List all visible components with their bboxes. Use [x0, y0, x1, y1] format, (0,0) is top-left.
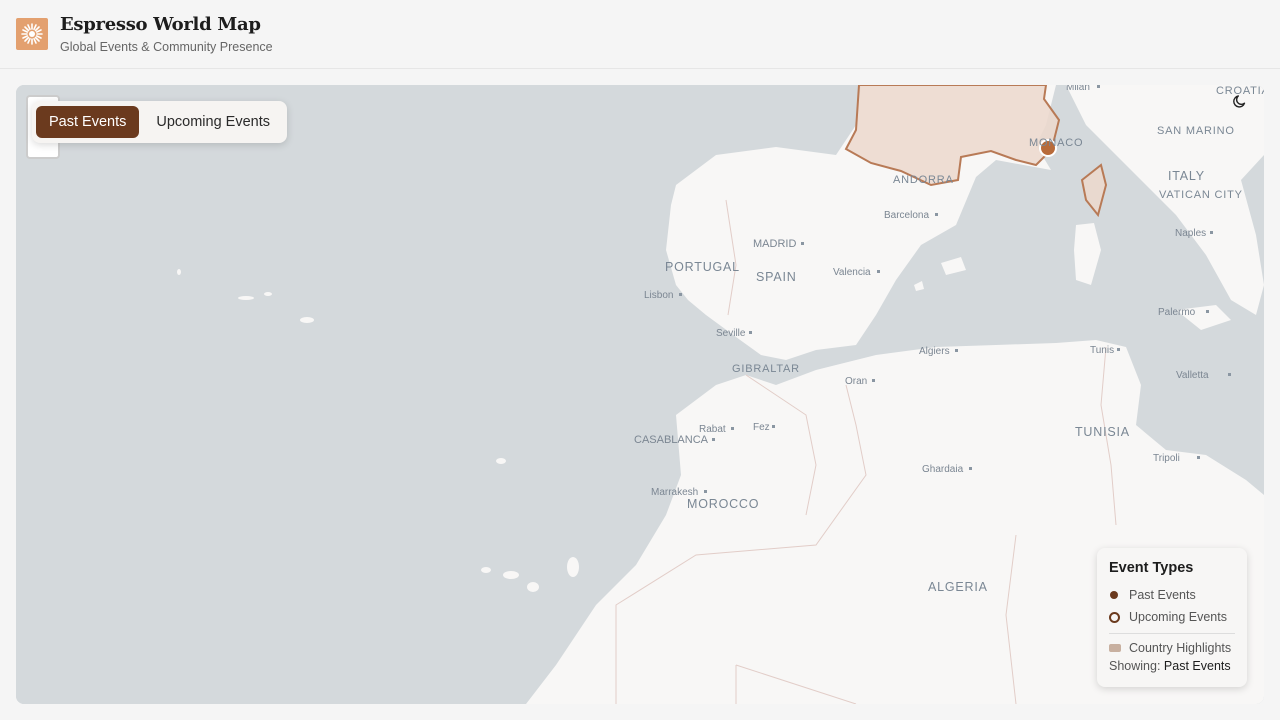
- label-monaco: MONACO: [1029, 137, 1083, 149]
- label-algeria: ALGERIA: [928, 580, 988, 594]
- map-canvas[interactable]: PORTUGAL SPAIN GIBRALTAR MOROCCO ALGERIA…: [16, 85, 1264, 704]
- past-events-button[interactable]: Past Events: [36, 106, 140, 138]
- legend-highlight-label: Country Highlights: [1129, 641, 1232, 655]
- legend-divider: [1109, 633, 1235, 634]
- label-casablanca: CASABLANCA: [634, 434, 709, 446]
- label-valencia: Valencia: [833, 267, 871, 278]
- legend-showing: Showing: Past Events: [1109, 659, 1235, 673]
- label-tunis: Tunis: [1090, 345, 1114, 356]
- label-andorra: ANDORRA: [893, 174, 954, 186]
- label-gibraltar: GIBRALTAR: [732, 363, 800, 375]
- label-tripoli: Tripoli: [1153, 453, 1180, 464]
- label-portugal: PORTUGAL: [665, 260, 740, 274]
- highlight-swatch-icon: [1109, 644, 1121, 652]
- past-event-dot-icon: [1110, 591, 1118, 599]
- label-spain: SPAIN: [756, 270, 797, 284]
- app-header: Espresso World Map Global Events & Commu…: [0, 0, 1280, 69]
- label-barcelona: Barcelona: [884, 210, 929, 221]
- world-map[interactable]: PORTUGAL SPAIN GIBRALTAR MOROCCO ALGERIA…: [16, 85, 1264, 704]
- label-algiers: Algiers: [919, 346, 950, 357]
- app-subtitle: Global Events & Community Presence: [60, 40, 273, 54]
- label-milan: Milan: [1066, 85, 1090, 93]
- label-oran: Oran: [845, 376, 867, 387]
- label-vatican-city: VATICAN CITY: [1159, 189, 1243, 201]
- label-fez: Fez: [753, 422, 770, 433]
- event-toggle: Past Events Upcoming Events: [32, 101, 288, 143]
- legend-upcoming-row: Upcoming Events: [1109, 606, 1235, 628]
- legend-past-label: Past Events: [1129, 588, 1196, 602]
- legend-title: Event Types: [1109, 560, 1194, 576]
- legend-upcoming-label: Upcoming Events: [1129, 610, 1227, 624]
- label-lisbon: Lisbon: [644, 290, 673, 301]
- app-title: Espresso World Map: [60, 14, 261, 35]
- label-naples: Naples: [1175, 228, 1206, 239]
- label-san-marino: SAN MARINO: [1157, 125, 1235, 137]
- label-valletta: Valletta: [1176, 370, 1209, 381]
- upcoming-events-button[interactable]: Upcoming Events: [143, 106, 283, 138]
- label-seville: Seville: [716, 328, 746, 339]
- legend-showing-value: Past Events: [1163, 659, 1231, 673]
- label-italy: ITALY: [1168, 169, 1205, 183]
- label-palermo: Palermo: [1158, 307, 1196, 318]
- legend-showing-label: Showing:: [1109, 659, 1161, 673]
- label-marrakesh: Marrakesh: [651, 487, 698, 498]
- label-tunisia: TUNISIA: [1075, 425, 1130, 439]
- upcoming-event-ring-icon: [1109, 611, 1120, 623]
- label-madrid: MADRID: [753, 238, 796, 250]
- legend-highlight-row: Country Highlights: [1109, 637, 1235, 659]
- label-ghardaia: Ghardaia: [922, 464, 964, 475]
- label-morocco: MOROCCO: [687, 497, 759, 511]
- sunburst-logo-icon: [16, 18, 48, 50]
- map-legend: Event Types Past Events Upcoming Events …: [1097, 548, 1247, 687]
- legend-past-row: Past Events: [1109, 584, 1235, 606]
- moon-icon[interactable]: [1232, 93, 1254, 115]
